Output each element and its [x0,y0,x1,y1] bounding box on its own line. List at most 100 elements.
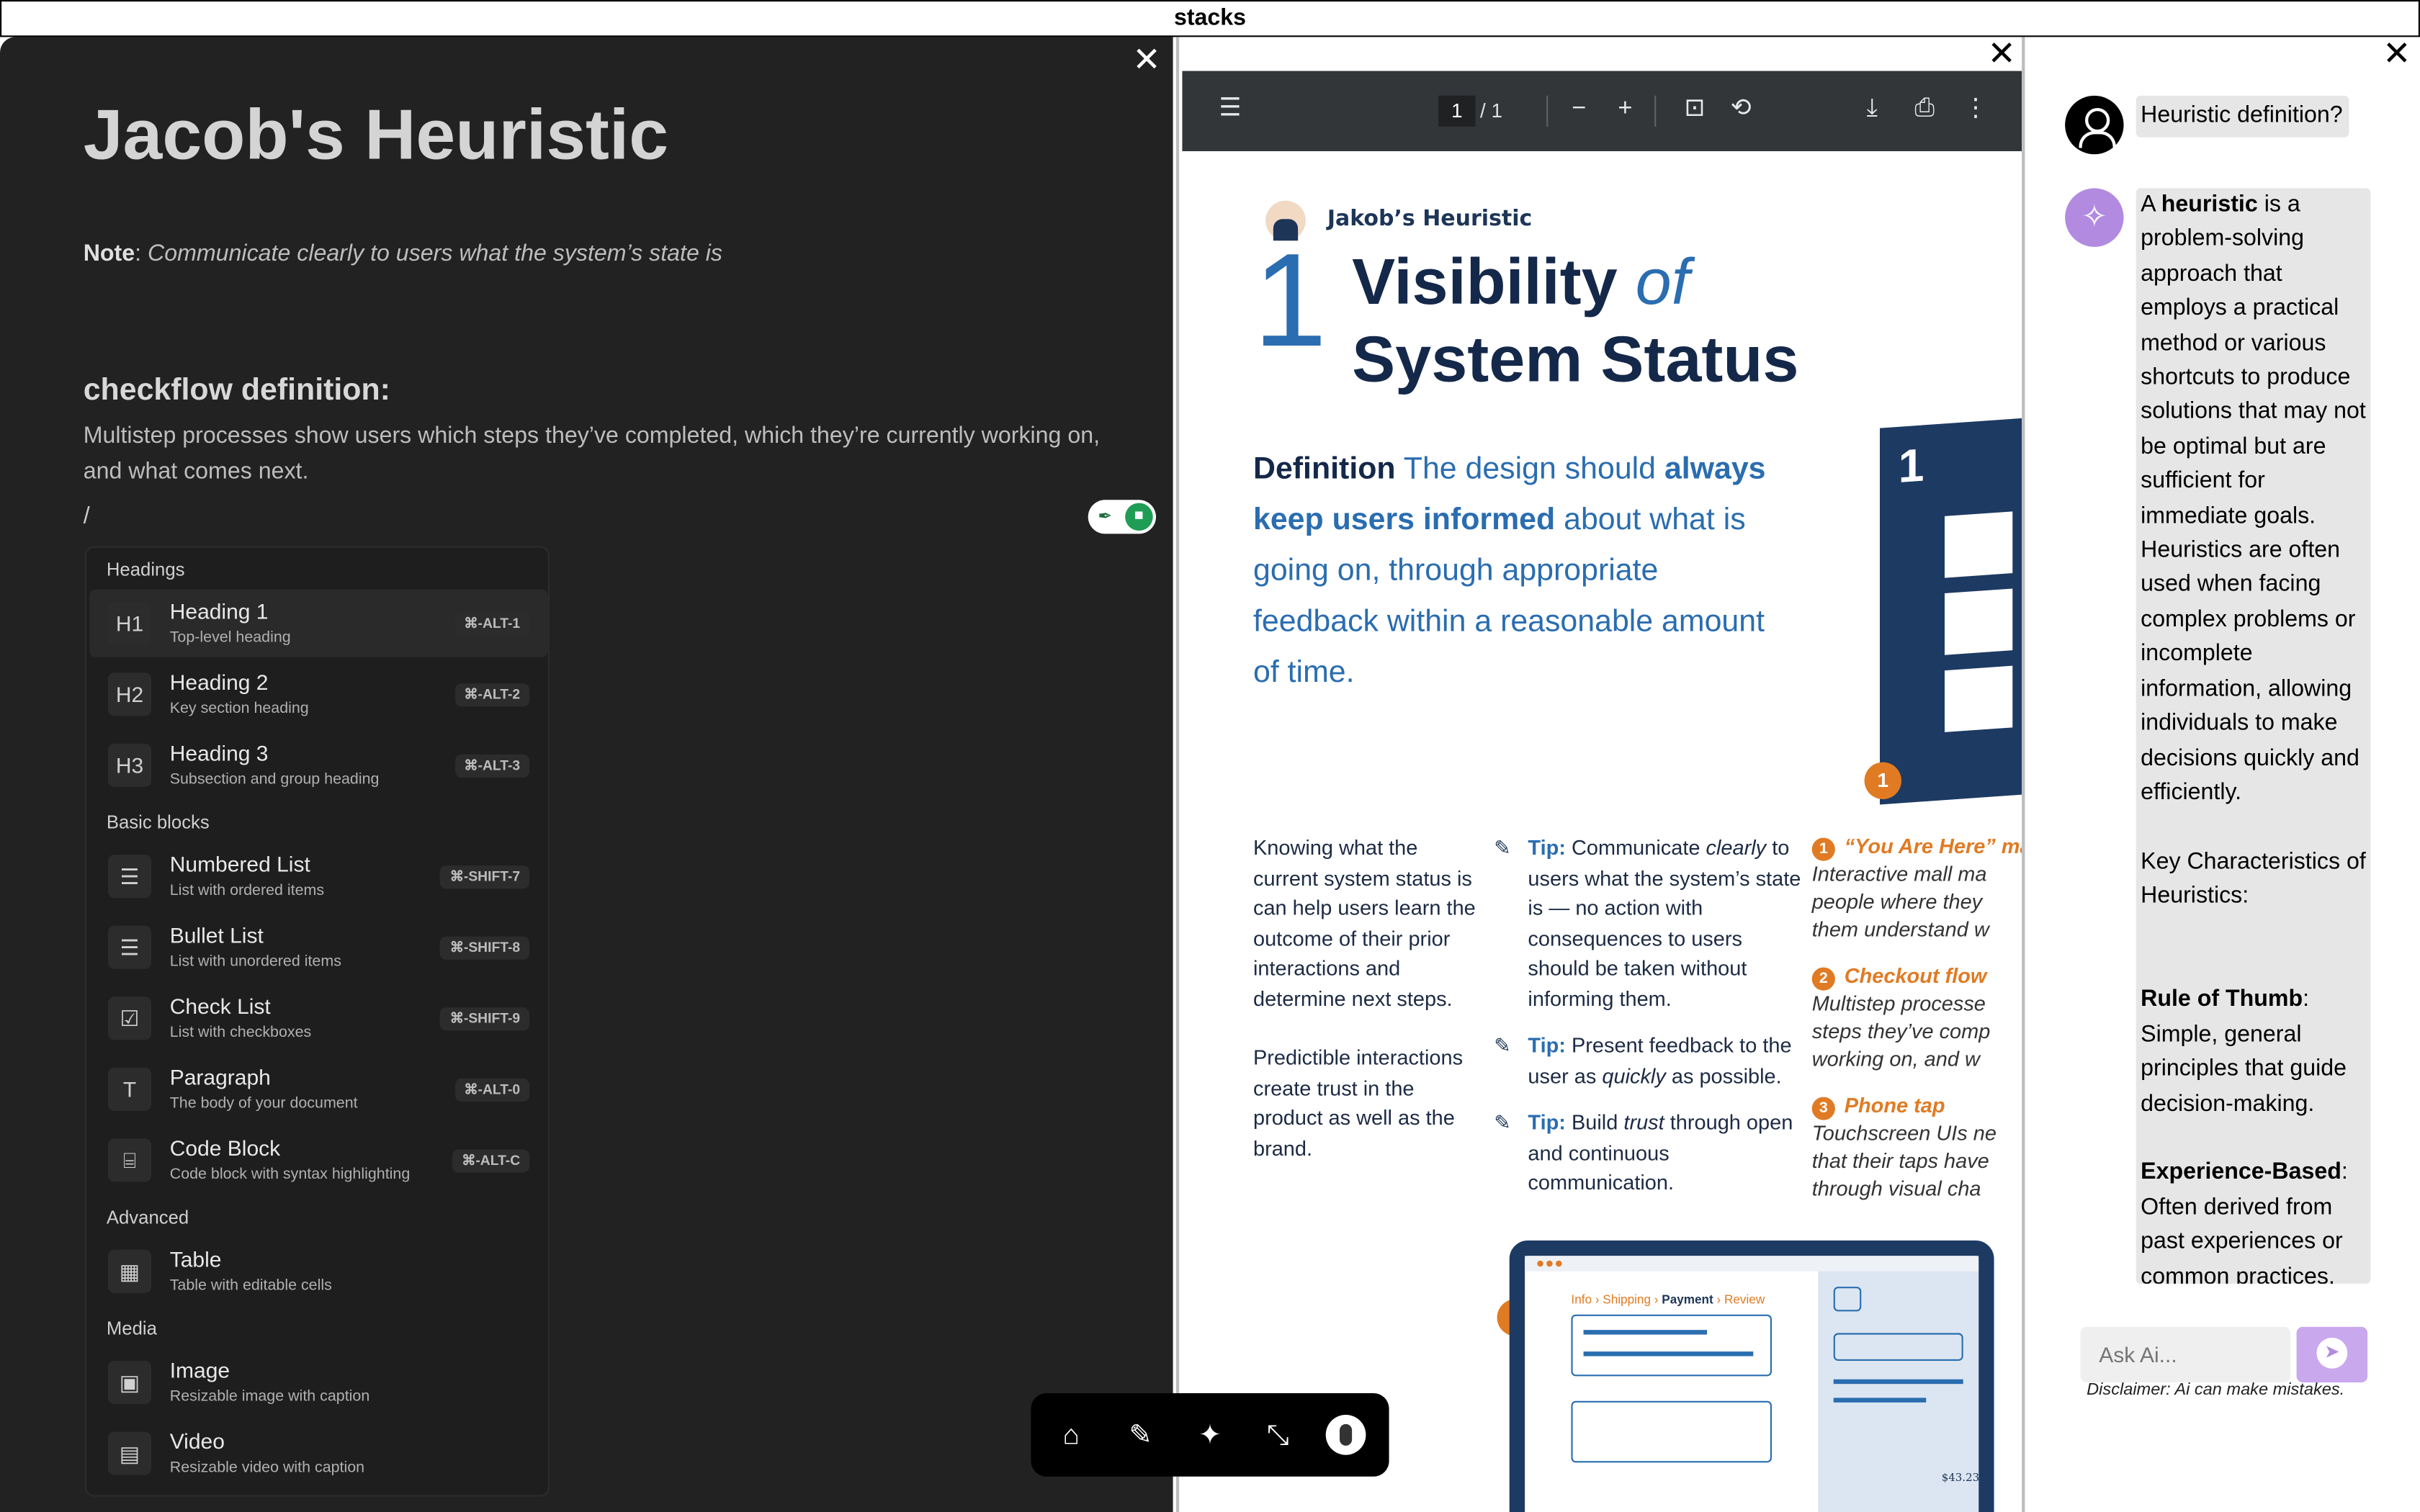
pdf-kicker: Jakob’s Heuristic [1327,207,1533,232]
user-avatar-icon [2065,95,2124,155]
download-icon[interactable]: ⤓ [1855,94,1889,125]
more-options-icon[interactable]: ⋮ [1958,94,1992,125]
fit-page-icon[interactable]: ⊡ [1677,94,1711,125]
design-tools-icon[interactable]: ✎ [1119,1413,1162,1457]
home-icon[interactable]: ⌂ [1049,1413,1093,1457]
rotate-icon[interactable]: ⟲ [1724,94,1758,125]
section-heading[interactable]: checkflow definition: [84,374,390,409]
send-button[interactable]: ➤ [2296,1326,2368,1382]
illustration-panel [1945,665,2013,732]
menu-item-label: Heading 1 [169,598,269,624]
menu-item-heading-3[interactable]: H3 Heading 3 Subsection and group headin… [89,732,547,799]
close-icon[interactable]: ✕ [2380,36,2414,71]
note-text: Communicate clearly to users what the sy… [148,240,722,267]
shortcut-badge: ⌘-SHIFT-9 [440,1007,529,1031]
ai-sparkle-icon[interactable]: ✦ [1188,1413,1232,1457]
tip-item: ✎ Tip: Build trust through open and cont… [1494,1108,1806,1198]
menu-item-heading-1[interactable]: H1 Heading 1 Top-level heading ⌘-ALT-1 [89,589,548,657]
menu-item-numbered-list[interactable]: ☰ Numbered List List with ordered items … [89,842,547,910]
menu-item-paragraph[interactable]: T Paragraph The body of your document ⌘-… [89,1056,547,1123]
avatar[interactable] [1325,1414,1366,1455]
tip-emphasis: quickly [1602,1063,1666,1087]
numbered-list-icon: ☰ [108,855,151,899]
menu-icon[interactable]: ☰ [1213,94,1247,125]
note-line[interactable]: Note: Communicate clearly to users what … [84,240,722,266]
pdf-examples-column: 1 “You Are Here” ma Interactive mall ma p… [1811,833,2022,1203]
feather-icon[interactable]: ✒ [1093,504,1118,529]
menu-item-video[interactable]: ▤ Video Resizable video with caption [89,1419,547,1487]
menu-item-description: The body of your document [169,1095,358,1112]
summary-line [1833,1379,1963,1385]
response-paragraph: Key Characteristics of Heuristics: [2141,847,2366,909]
zoom-out-icon[interactable]: − [1562,94,1596,125]
ask-ai-input[interactable] [2080,1326,2290,1382]
page-title[interactable]: Jacob's Heuristic [84,93,668,176]
menu-item-image[interactable]: ▣ Image Resizable image with caption [89,1349,547,1416]
tip-label: Tip: [1528,836,1566,860]
menu-item-label: Numbered List [169,851,310,877]
text-icon: T [108,1067,151,1111]
close-icon[interactable]: ✕ [1985,37,2019,71]
menu-item-description: Table with editable cells [169,1277,332,1295]
print-icon[interactable]: ⎙ [1908,94,1942,125]
user-message: Heuristic definition? [2136,95,2349,137]
example-title: Phone tap [1844,1094,1945,1117]
slash-command-input[interactable]: / [84,503,90,529]
example-title: Checkout flow [1844,964,1987,988]
pdf-viewer-panel: ✕ ☰ 1 / 1 − + ⊡ ⟲ ⤓ ⎙ ⋮ Jakob’s Heuristi… [1175,37,2022,1512]
menu-item-description: Top-level heading [169,629,291,647]
video-icon: ▤ [108,1431,151,1475]
menu-item-table[interactable]: ▦ Table Table with editable cells [89,1238,547,1305]
paragraph-block[interactable]: Multistep processes show users which ste… [84,420,1102,489]
collapse-icon[interactable]: ⤡ [1256,1413,1299,1457]
menu-item-description: List with ordered items [169,882,325,900]
zoom-in-icon[interactable]: + [1608,94,1642,125]
tip-text: Build [1571,1110,1618,1134]
menu-item-description: Code block with syntax highlighting [169,1166,411,1184]
toolbar-divider [1546,95,1549,127]
pdf-title-line-2: System Status [1352,322,1799,395]
example-item: 2 Checkout flow Multistep processe steps … [1811,963,2022,1074]
shortcut-badge: ⌘-SHIFT-8 [440,936,529,960]
ai-chat-panel: ✕ Heuristic definition? ✧ A heuristic is… [2022,36,2420,1512]
menu-item-label: Heading 3 [169,740,269,765]
ai-response: A heuristic is a problem-solving approac… [2136,188,2371,1284]
example-text: Interactive mall ma people where they th… [1811,862,1989,942]
form-field [1571,1400,1772,1463]
table-icon: ▦ [108,1249,151,1293]
checklist-icon: ☑ [108,996,151,1040]
page-number-input[interactable]: 1 [1438,95,1476,127]
close-icon[interactable]: ✕ [1130,42,1164,77]
editor-panel: ✕ Jacob's Heuristic Note: Communicate cl… [0,37,1173,1512]
menu-item-check-list[interactable]: ☑ Check List List with checkboxes ⌘-SHIF… [89,984,547,1052]
response-text: Often derived from past experiences or c… [2141,1194,2343,1284]
response-text: Simple, general principles that guide de… [2141,1020,2347,1117]
tip-text: to users what the system’s state is — no… [1528,836,1801,1010]
tip-emphasis: trust [1623,1110,1664,1134]
menu-item-bullet-list[interactable]: ☰ Bullet List List with unordered items … [89,914,547,981]
menu-item-label: Image [169,1357,230,1382]
app-title-bar: stacks [0,0,2420,37]
summary-thumb [1833,1287,1862,1312]
illustration-panel [1945,588,2013,655]
summary-line [1833,1398,1927,1403]
window-dot [1537,1260,1543,1267]
menu-item-label: Heading 2 [169,670,269,695]
tip-item: ✎ Tip: Communicate clearly to users what… [1494,833,1806,1014]
menu-item-description: Key section heading [169,700,309,718]
intro-paragraph: Predictible interactions create trust in… [1253,1045,1464,1160]
example-number: 2 [1811,967,1835,991]
shortcut-badge: ⌘-ALT-2 [454,683,529,707]
menu-item-label: Paragraph [169,1064,271,1089]
menu-item-heading-2[interactable]: H2 Heading 2 Key section heading ⌘-ALT-2 [89,660,547,728]
tip-label: Tip: [1528,1033,1566,1057]
crumb-step: › Review [1716,1292,1765,1307]
robot-icon[interactable]: ■ [1125,503,1153,531]
heading-3-icon: H3 [108,743,151,787]
block-toggle-group[interactable]: ✒ ■ [1088,500,1156,534]
pdf-definition: Definition The design should always keep… [1253,444,1778,699]
menu-item-code-block[interactable]: ⌸ Code Block Code block with syntax high… [89,1126,547,1194]
checkout-breadcrumb: Info › Shipping › Payment › Review [1571,1293,1765,1307]
menu-item-description: List with unordered items [169,953,341,971]
tip-text: Communicate [1571,836,1700,860]
